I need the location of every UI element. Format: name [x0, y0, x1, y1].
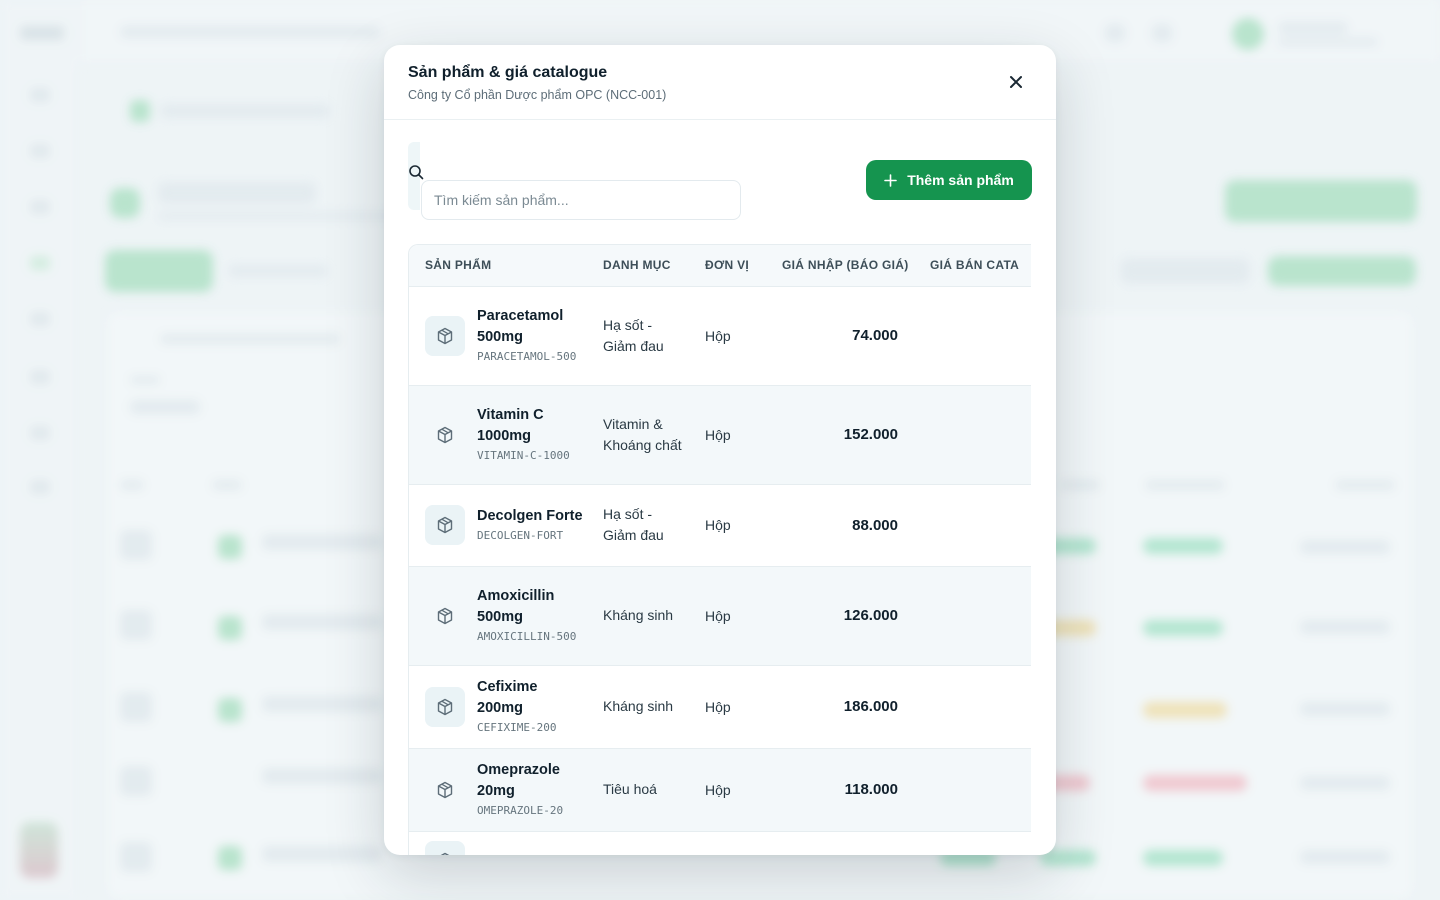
- product-thumbnail: [425, 770, 465, 810]
- cell-product: Paracetamol 500mg PARACETAMOL-500: [409, 286, 587, 386]
- cell-unit: Hộp: [689, 484, 766, 567]
- cell-category: Hạ sốt - Giảm đau: [587, 286, 689, 386]
- package-icon: [437, 516, 453, 534]
- modal-title: Sản phẩm & giá catalogue: [408, 64, 608, 81]
- table-row[interactable]: Ibuprofen: [409, 831, 1031, 855]
- header-import-price[interactable]: GIÁ NHẬP (BÁO GIÁ): [766, 245, 914, 287]
- cell-import-price: [766, 831, 914, 855]
- cell-unit: Hộp: [689, 748, 766, 832]
- cell-unit: Hộp: [689, 665, 766, 749]
- table-row[interactable]: Decolgen Forte DECOLGEN-FORT Hạ sốt - Giảm…: [409, 484, 1031, 567]
- cell-sale-price: [914, 484, 1031, 567]
- product-name[interactable]: Amoxicillin 500mg: [477, 586, 587, 628]
- product-name[interactable]: Ibuprofen: [477, 853, 544, 855]
- close-button[interactable]: [1002, 68, 1030, 96]
- cell-import-price: 152.000: [766, 385, 914, 485]
- cell-unit: [689, 831, 766, 855]
- header-product[interactable]: SẢN PHẨM: [409, 245, 587, 287]
- package-icon: [437, 327, 453, 344]
- cell-unit: Hộp: [689, 385, 766, 485]
- table-header-row: SẢN PHẨM DANH MỤC ĐƠN VỊ GIÁ NHẬP (BÁO G…: [409, 245, 1031, 287]
- header-sale-price[interactable]: GIÁ BÁN CATA: [914, 245, 1031, 287]
- search-icon: [409, 165, 424, 180]
- table-row[interactable]: Amoxicillin 500mg AMOXICILLIN-500 Kháng si…: [409, 566, 1031, 666]
- package-icon: [437, 607, 453, 624]
- product-thumbnail: [425, 505, 465, 545]
- cell-product: Amoxicillin 500mg AMOXICILLIN-500: [409, 566, 587, 666]
- product-code: CEFIXIME-200: [477, 721, 557, 734]
- cell-import-price: 88.000: [766, 484, 914, 567]
- modal-subtitle: Công ty Cổ phần Dược phẩm OPC (NCC-001): [408, 88, 667, 102]
- cell-product: Cefixime 200mg CEFIXIME-200: [409, 665, 587, 749]
- cell-import-price: 74.000: [766, 286, 914, 386]
- product-thumbnail: [425, 415, 465, 455]
- product-name[interactable]: Cefixime 200mg: [477, 677, 587, 719]
- cell-sale-price: 1: [914, 385, 1031, 485]
- modal-header: Sản phẩm & giá catalogue Công ty Cổ phần…: [384, 45, 1056, 120]
- product-code: DECOLGEN-FORT: [477, 529, 564, 542]
- cell-sale-price: 2: [914, 665, 1031, 749]
- cell-category: Hạ sốt - Giảm đau: [587, 484, 689, 567]
- cell-product: Ibuprofen: [409, 831, 587, 855]
- product-thumbnail: [425, 596, 465, 636]
- cell-product: Vitamin C 1000mg VITAMIN-C-1000: [409, 385, 587, 485]
- cell-category: [587, 831, 689, 855]
- plus-icon: [884, 173, 898, 187]
- product-thumbnail: [425, 841, 465, 855]
- table-row[interactable]: Omeprazole 20mg OMEPRAZOLE-20 Tiêu hoá Hộp 1…: [409, 748, 1031, 832]
- product-name[interactable]: Omeprazole 20mg: [477, 760, 587, 802]
- package-icon: [437, 426, 453, 443]
- product-table: SẢN PHẨM DANH MỤC ĐƠN VỊ GIÁ NHẬP (BÁO G…: [409, 245, 1031, 855]
- cell-category: Tiêu hoá: [587, 748, 689, 832]
- cell-import-price: 126.000: [766, 566, 914, 666]
- product-code: VITAMIN-C-1000: [477, 449, 570, 462]
- cell-sale-price: 1: [914, 566, 1031, 666]
- cell-product: Decolgen Forte DECOLGEN-FORT: [409, 484, 587, 567]
- header-unit[interactable]: ĐƠN VỊ: [689, 245, 766, 287]
- table-row[interactable]: Vitamin C 1000mg VITAMIN-C-1000 Vitamin & …: [409, 385, 1031, 485]
- cell-category: Kháng sinh: [587, 665, 689, 749]
- product-code: OMEPRAZOLE-20: [477, 804, 564, 817]
- catalogue-modal: Sản phẩm & giá catalogue Công ty Cổ phần…: [384, 45, 1056, 855]
- search-input[interactable]: [421, 180, 741, 220]
- close-icon: [1010, 76, 1022, 88]
- product-code: AMOXICILLIN-500: [477, 630, 577, 643]
- package-icon: [437, 698, 453, 715]
- cell-import-price: 186.000: [766, 665, 914, 749]
- product-name[interactable]: Decolgen Forte: [477, 506, 583, 527]
- cell-unit: Hộp: [689, 566, 766, 666]
- add-product-label: Thêm sản phẩm: [907, 172, 1014, 188]
- table-row[interactable]: Cefixime 200mg CEFIXIME-200 Kháng sinh Hộp 1…: [409, 665, 1031, 749]
- cell-category: Kháng sinh: [587, 566, 689, 666]
- product-code: PARACETAMOL-500: [477, 350, 577, 363]
- cell-sale-price: [914, 831, 1031, 855]
- package-icon: [437, 781, 453, 798]
- package-icon: [440, 852, 450, 855]
- cell-import-price: 118.000: [766, 748, 914, 832]
- cell-sale-price: [914, 286, 1031, 386]
- cell-category: Vitamin & Khoáng chất: [587, 385, 689, 485]
- product-thumbnail: [425, 315, 465, 356]
- header-category[interactable]: DANH MỤC: [587, 245, 689, 287]
- add-product-button[interactable]: Thêm sản phẩm: [866, 160, 1032, 200]
- table-row[interactable]: Paracetamol 500mg PARACETAMOL-500 Hạ sốt -…: [409, 286, 1031, 386]
- modal-toolbar: Thêm sản phẩm: [384, 120, 1056, 244]
- product-thumbnail: [425, 686, 465, 727]
- cell-sale-price: 1: [914, 748, 1031, 832]
- product-name[interactable]: Paracetamol 500mg: [477, 306, 587, 348]
- cell-unit: Hộp: [689, 286, 766, 386]
- product-table-container[interactable]: SẢN PHẨM DANH MỤC ĐƠN VỊ GIÁ NHẬP (BÁO G…: [408, 244, 1031, 855]
- product-name[interactable]: Vitamin C 1000mg: [477, 405, 587, 447]
- cell-product: Omeprazole 20mg OMEPRAZOLE-20: [409, 748, 587, 832]
